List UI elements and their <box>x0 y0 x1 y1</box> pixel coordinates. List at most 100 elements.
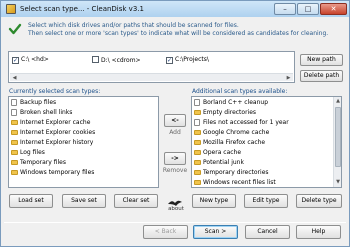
drive-label: D:\ <cdrom> <box>101 57 141 64</box>
list-item-label: Potential junk <box>203 159 244 166</box>
folder-icon <box>11 130 18 135</box>
folder-icon <box>11 170 18 175</box>
horizontal-scrollbar[interactable]: ◀ ▶ <box>10 73 293 81</box>
checkbox-unchecked-icon[interactable] <box>92 56 99 63</box>
list-item-label: Empty directories <box>203 109 257 116</box>
list-item-label: Google Chrome cache <box>203 129 270 136</box>
vertical-scrollbar[interactable]: ▲ ▼ <box>333 97 341 187</box>
selected-types-label: Currently selected scan types: <box>9 88 101 95</box>
back-button[interactable]: < Back <box>143 225 188 239</box>
drive-label: C:\ <hd> <box>21 56 49 63</box>
instruction-line-1: Select which disk drives and/or paths th… <box>28 22 239 29</box>
new-path-button[interactable]: New path <box>300 54 343 66</box>
list-item[interactable]: Opera cache <box>192 148 341 158</box>
save-set-button[interactable]: Save set <box>62 194 106 208</box>
document-icon <box>11 99 17 106</box>
drive-item-d[interactable]: D:\ <cdrom> <box>92 56 141 65</box>
help-button[interactable]: Help <box>296 225 341 239</box>
list-item-label: Borland C++ cleanup <box>203 99 269 106</box>
document-icon <box>11 109 17 116</box>
drive-item-c[interactable]: ✓ C:\ <hd> <box>12 56 49 64</box>
folder-icon <box>194 160 201 165</box>
folder-icon <box>11 150 18 155</box>
scroll-down-icon[interactable]: ▼ <box>334 178 341 187</box>
list-item[interactable]: Windows recent files list <box>192 178 341 187</box>
footer-separator <box>4 222 346 223</box>
drive-label: C:\Projects\ <box>175 56 209 63</box>
document-icon <box>194 99 200 106</box>
delete-type-button[interactable]: Delete type <box>296 194 342 208</box>
maximize-button[interactable]: □ <box>297 3 319 15</box>
instructions: Select which disk drives and/or paths th… <box>28 22 328 38</box>
scroll-right-icon[interactable]: ▶ <box>284 74 293 82</box>
list-item-label: Temporary files <box>20 159 66 166</box>
additional-types-label: Additional scan types available: <box>192 88 288 95</box>
scan-button[interactable]: Scan > <box>193 225 238 239</box>
window-title: Select scan type... - CleanDisk v3.1 <box>20 5 144 13</box>
list-item-label: Windows recent files list <box>203 179 276 186</box>
drives-list[interactable]: ✓ C:\ <hd> D:\ <cdrom> ✓ C:\Projects\ ◀ ▶ <box>8 51 295 83</box>
list-item-label: Backup files <box>20 99 57 106</box>
list-item[interactable]: Borland C++ cleanup <box>192 98 341 108</box>
list-item[interactable]: Google Chrome cache <box>192 128 341 138</box>
list-item-label: Windows temporary files <box>20 169 95 176</box>
list-item[interactable]: Log files <box>9 148 158 158</box>
available-types-list[interactable]: Borland C++ cleanup Empty directories File… <box>191 96 342 188</box>
add-arrow-button[interactable]: <- <box>164 114 186 127</box>
list-item[interactable]: Internet Explorer cache <box>9 118 158 128</box>
list-item-label: Temporary directories <box>203 169 269 176</box>
edit-type-button[interactable]: Edit type <box>244 194 288 208</box>
new-type-button[interactable]: New type <box>192 194 236 208</box>
checkbox-checked-icon[interactable]: ✓ <box>166 57 173 64</box>
list-item[interactable]: Internet Explorer cookies <box>9 128 158 138</box>
add-label: Add <box>169 129 181 136</box>
list-item[interactable]: Mozilla Firefox cache <box>192 138 341 148</box>
folder-icon <box>194 140 201 145</box>
folder-icon <box>11 160 18 165</box>
list-item[interactable]: Broken shell links <box>9 108 158 118</box>
list-item-label: Mozilla Firefox cache <box>203 139 266 146</box>
list-item-label: Broken shell links <box>20 109 73 116</box>
scroll-up-icon[interactable]: ▲ <box>334 97 341 106</box>
scroll-left-icon[interactable]: ◀ <box>10 74 19 82</box>
folder-icon <box>194 150 201 155</box>
list-item-label: Log files <box>20 149 45 156</box>
list-item[interactable]: Temporary directories <box>192 168 341 178</box>
about-label[interactable]: about <box>165 206 187 212</box>
checkbox-checked-icon[interactable]: ✓ <box>12 57 19 64</box>
clear-set-button[interactable]: Clear set <box>114 194 158 208</box>
folder-icon <box>11 140 18 145</box>
remove-arrow-button[interactable]: -> <box>164 152 186 165</box>
list-item-label: Files not accessed for 1 year <box>203 119 289 126</box>
document-icon <box>194 119 200 126</box>
list-item[interactable]: Empty directories <box>192 108 341 118</box>
list-item[interactable]: Files not accessed for 1 year <box>192 118 341 128</box>
remove-label: Remove <box>162 167 188 174</box>
close-button[interactable]: ✕ <box>320 3 347 15</box>
list-item[interactable]: Temporary files <box>9 158 158 168</box>
checkmark-icon <box>8 23 22 35</box>
list-item-label: Internet Explorer history <box>20 139 94 146</box>
list-item-label: Opera cache <box>203 149 242 156</box>
list-item-label: Internet Explorer cache <box>20 119 91 126</box>
list-item[interactable]: Windows temporary files <box>9 168 158 178</box>
drive-item-projects[interactable]: ✓ C:\Projects\ <box>166 56 209 64</box>
folder-icon <box>194 110 201 115</box>
load-set-button[interactable]: Load set <box>9 194 53 208</box>
folder-icon <box>194 180 201 185</box>
list-item[interactable]: Internet Explorer history <box>9 138 158 148</box>
scrollbar-thumb[interactable] <box>335 107 341 167</box>
selected-types-list[interactable]: Backup files Broken shell links Internet E… <box>8 96 159 188</box>
app-icon <box>6 4 16 14</box>
folder-icon <box>11 120 18 125</box>
instruction-line-2: Then select one or more 'scan types' to … <box>28 30 329 37</box>
list-item[interactable]: Backup files <box>9 98 158 108</box>
list-item[interactable]: Potential junk <box>192 158 341 168</box>
cancel-button[interactable]: Cancel <box>245 225 290 239</box>
delete-path-button[interactable]: Delete path <box>300 70 343 82</box>
list-item-label: Internet Explorer cookies <box>20 129 96 136</box>
folder-icon <box>194 170 201 175</box>
title-bar: Select scan type... - CleanDisk v3.1 – □… <box>0 0 350 17</box>
minimize-button[interactable]: – <box>274 3 296 15</box>
folder-icon <box>194 130 201 135</box>
